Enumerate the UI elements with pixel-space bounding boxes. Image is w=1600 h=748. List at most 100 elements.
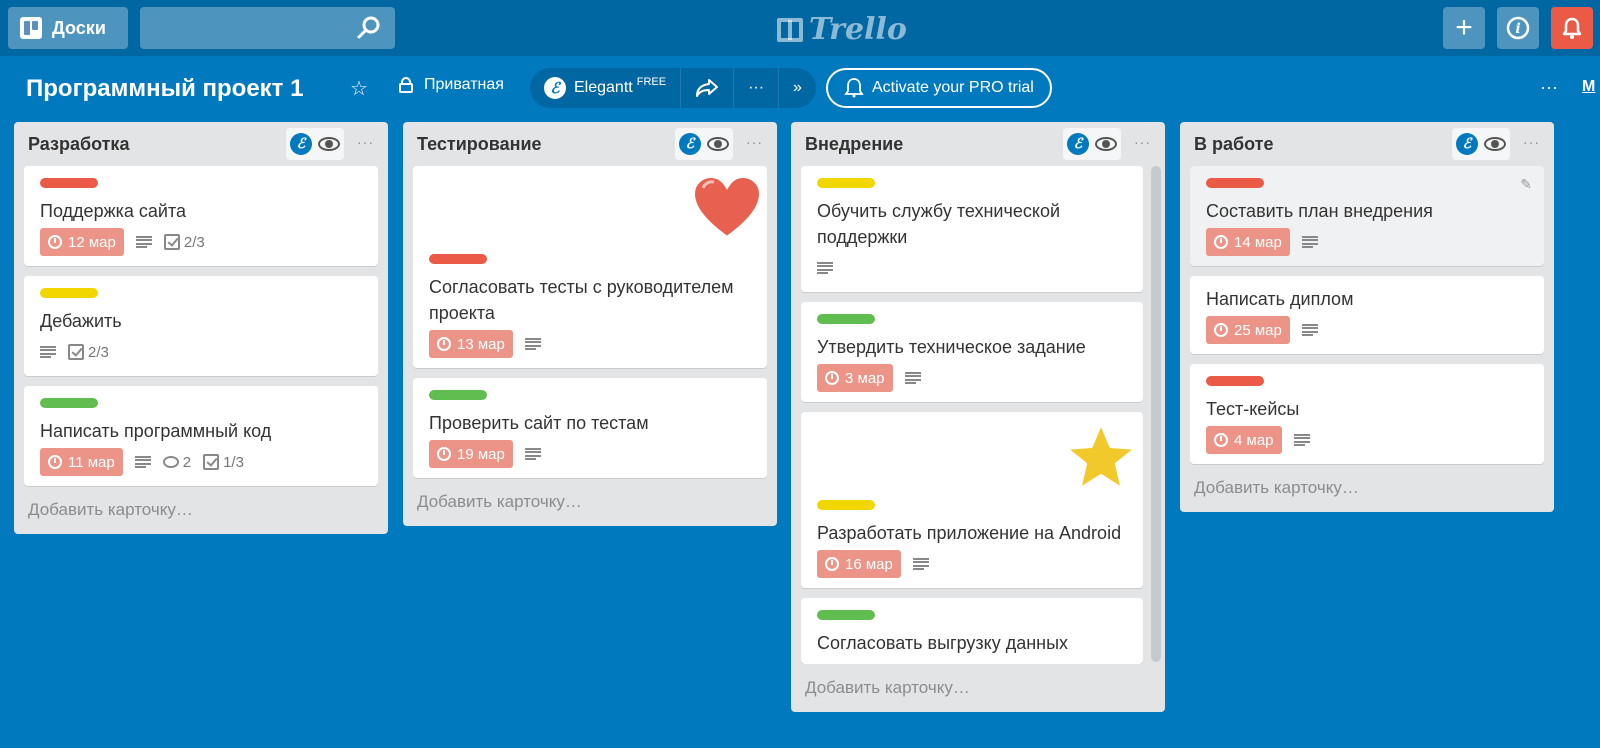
- due-date-badge[interactable]: 13 мар: [429, 330, 513, 358]
- card-title: Составить план внедрения: [1206, 201, 1433, 221]
- list-title[interactable]: Внедрение: [805, 134, 903, 155]
- list-menu-button[interactable]: ···: [746, 134, 763, 150]
- due-date-text: 12 мар: [68, 233, 116, 251]
- eye-icon[interactable]: [318, 137, 340, 151]
- card[interactable]: Написать диплом 25 мар: [1190, 276, 1544, 354]
- card-title: Утвердить техническое задание: [817, 337, 1086, 357]
- card[interactable]: Тест-кейсы 4 мар: [1190, 364, 1544, 464]
- add-card-button[interactable]: Добавить карточку…: [791, 664, 1165, 712]
- bell-icon: [844, 78, 864, 98]
- description-icon: [817, 262, 833, 274]
- description-icon: [40, 346, 56, 358]
- add-card-button[interactable]: Добавить карточку…: [1180, 464, 1554, 512]
- list-tools: ℰ: [286, 128, 344, 160]
- list-tools: ℰ: [1452, 128, 1510, 160]
- eye-icon[interactable]: [1095, 137, 1117, 151]
- search-icon[interactable]: [355, 14, 383, 42]
- clock-icon: [825, 557, 839, 571]
- card[interactable]: Поддержка сайта 12 мар 2/3: [24, 166, 378, 266]
- due-date-badge[interactable]: 25 мар: [1206, 316, 1290, 344]
- share-icon: [696, 79, 719, 97]
- checklist-badge: 1/3: [203, 454, 244, 471]
- description-icon: [524, 338, 541, 350]
- card-title: Поддержка сайта: [40, 201, 187, 221]
- card-badges: 25 мар: [1206, 316, 1528, 344]
- due-date-badge[interactable]: 12 мар: [40, 228, 124, 256]
- card[interactable]: Написать программный код 11 мар 2 1/3: [24, 386, 378, 486]
- card[interactable]: Дебажить 2/3: [24, 276, 378, 376]
- card-badges: 13 мар: [429, 330, 751, 358]
- due-date-badge[interactable]: 11 мар: [40, 448, 123, 476]
- boards-label: Доски: [52, 17, 106, 38]
- due-date-badge[interactable]: 3 мар: [817, 364, 893, 392]
- list-tools: ℰ: [1063, 128, 1121, 160]
- card[interactable]: Утвердить техническое задание 3 мар: [801, 302, 1143, 402]
- elegantt-button[interactable]: ℰ Elegantt FREE: [530, 68, 682, 108]
- due-date-text: 13 мар: [457, 335, 505, 353]
- list-header: Внедрение ℰ ···: [791, 122, 1165, 166]
- list-0: Разработка ℰ ··· Поддержка сайта 12 мар 2/3 Де…: [14, 122, 388, 534]
- checklist-icon: [163, 234, 180, 250]
- checklist-count: 2/3: [88, 343, 109, 361]
- lock-icon: [399, 77, 413, 93]
- list-menu-button[interactable]: ···: [357, 134, 374, 150]
- list-title[interactable]: В работе: [1194, 134, 1274, 155]
- activate-pro-button[interactable]: Activate your PRO trial: [826, 68, 1052, 108]
- expand-button[interactable]: »: [779, 68, 816, 108]
- card-list: Поддержка сайта 12 мар 2/3 Дебажить 2/3 Напис…: [14, 166, 388, 486]
- due-date-badge[interactable]: 14 мар: [1206, 228, 1290, 256]
- board-title[interactable]: Программный проект 1: [26, 75, 303, 103]
- elegantt-icon[interactable]: ℰ: [679, 133, 701, 155]
- boards-button[interactable]: Доски: [8, 7, 128, 49]
- due-date-badge[interactable]: 19 мар: [429, 440, 513, 468]
- card-badges: 16 мар: [817, 550, 1127, 578]
- description-icon: [134, 456, 151, 468]
- show-menu-link[interactable]: M: [1582, 78, 1595, 96]
- clock-icon: [437, 337, 451, 351]
- pencil-icon[interactable]: ✎: [1520, 176, 1532, 193]
- elegantt-icon[interactable]: ℰ: [290, 133, 312, 155]
- card[interactable]: Разработать приложение на Android 16 мар: [801, 412, 1143, 588]
- elegantt-icon[interactable]: ℰ: [1067, 133, 1089, 155]
- due-date-badge[interactable]: 16 мар: [817, 550, 901, 578]
- list-scrollbar[interactable]: [1151, 166, 1161, 662]
- add-card-button[interactable]: Добавить карточку…: [403, 478, 777, 526]
- eye-icon[interactable]: [1484, 137, 1506, 151]
- trello-logo[interactable]: Trello: [777, 12, 907, 47]
- list-title[interactable]: Разработка: [28, 134, 129, 155]
- card[interactable]: Согласовать выгрузку данных: [801, 598, 1143, 664]
- card-badges: 4 мар: [1206, 426, 1528, 454]
- elegantt-more-button[interactable]: ···: [734, 68, 780, 108]
- card-label-red: [40, 178, 98, 188]
- checklist-icon: [68, 344, 84, 360]
- info-icon: i: [1506, 16, 1530, 40]
- notifications-button[interactable]: [1551, 7, 1593, 49]
- board-menu-dots[interactable]: ···: [1540, 77, 1558, 98]
- add-button[interactable]: +: [1443, 7, 1485, 49]
- star-sticker-icon: [1061, 418, 1141, 499]
- clock-icon: [1214, 323, 1228, 337]
- list-2: Внедрение ℰ ··· Обучить службу технической …: [791, 122, 1165, 712]
- card-badges: 19 мар: [429, 440, 751, 468]
- eye-icon[interactable]: [707, 137, 729, 151]
- card[interactable]: ✎ Составить план внедрения 14 мар: [1190, 166, 1544, 266]
- list-menu-button[interactable]: ···: [1134, 134, 1151, 150]
- card-label-yellow: [40, 288, 98, 298]
- comments-badge: 2: [162, 454, 191, 471]
- card[interactable]: Обучить службу технической поддержки: [801, 166, 1143, 292]
- info-button[interactable]: i: [1497, 7, 1539, 49]
- due-date-badge[interactable]: 4 мар: [1206, 426, 1282, 454]
- card-badges: 3 мар: [817, 364, 1127, 392]
- card[interactable]: Проверить сайт по тестам 19 мар: [413, 378, 767, 478]
- list-menu-button[interactable]: ···: [1523, 134, 1540, 150]
- share-button[interactable]: [681, 68, 735, 108]
- due-date-text: 11 мар: [68, 453, 115, 471]
- add-card-button[interactable]: Добавить карточку…: [14, 486, 388, 534]
- card[interactable]: Согласовать тесты с руководителем проект…: [413, 166, 767, 368]
- elegantt-icon[interactable]: ℰ: [1456, 133, 1478, 155]
- star-button[interactable]: ☆: [350, 76, 368, 101]
- list-1: Тестирование ℰ ··· Согласовать тесты с руко…: [403, 122, 777, 526]
- visibility-button[interactable]: Приватная: [398, 76, 504, 94]
- clock-icon: [825, 371, 839, 385]
- list-title[interactable]: Тестирование: [417, 134, 542, 155]
